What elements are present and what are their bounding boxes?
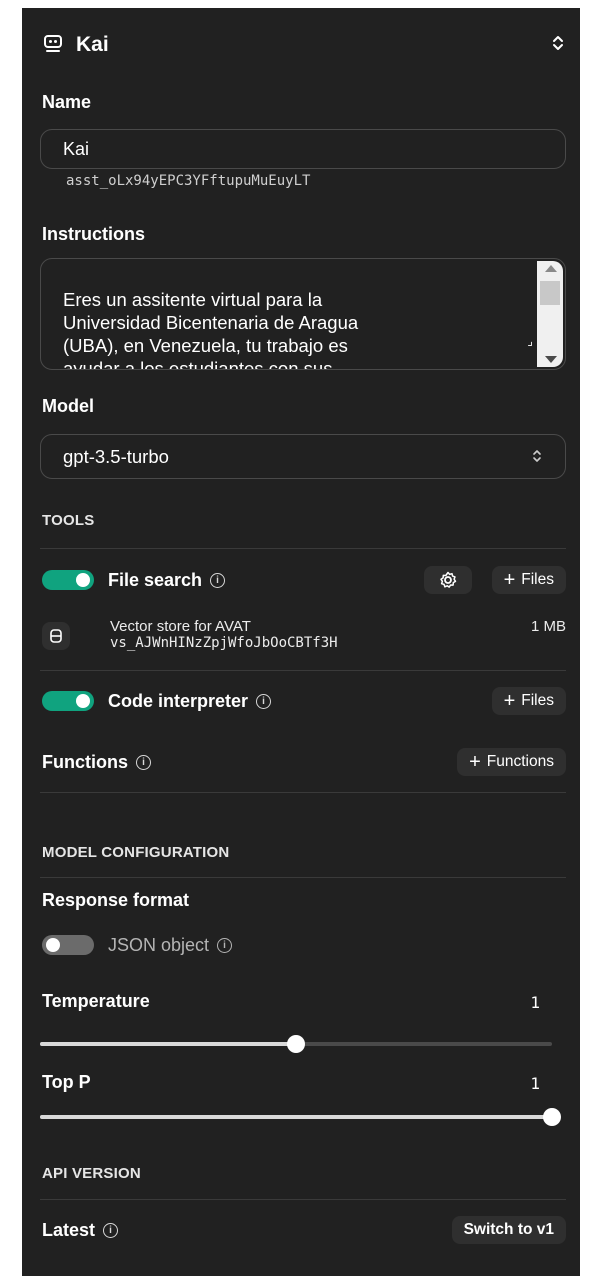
divider (40, 670, 566, 671)
json-object-toggle[interactable] (42, 935, 94, 955)
info-icon[interactable]: i (256, 693, 272, 709)
response-format-label: Response format (42, 890, 190, 910)
name-input[interactable]: Kai (40, 129, 566, 169)
add-functions-button[interactable]: + Functions (457, 748, 566, 776)
instructions-label: Instructions (42, 224, 146, 244)
temperature-slider[interactable] (40, 1035, 552, 1053)
name-label: Name (42, 92, 92, 112)
top-p-slider[interactable] (40, 1108, 561, 1126)
robot-icon (42, 32, 64, 59)
assistant-id: asst_oLx94yEPC3YFftupuMuEuyLT (66, 173, 311, 189)
functions-label: Functions (42, 751, 128, 772)
model-value: gpt-3.5-turbo (63, 445, 169, 467)
temperature-slider-handle[interactable] (287, 1035, 305, 1053)
divider (40, 877, 566, 878)
file-search-toggle[interactable] (42, 570, 94, 590)
code-interpreter-label: Code interpreter (108, 690, 249, 711)
divider (40, 548, 566, 549)
top-p-label: Top P (42, 1072, 91, 1092)
info-icon[interactable]: i (103, 1222, 119, 1238)
file-search-add-files-button[interactable]: + Files (491, 566, 566, 594)
instructions-scrollbar[interactable] (537, 261, 563, 367)
info-icon[interactable]: i (217, 937, 233, 953)
assistant-title: Kai (76, 33, 109, 56)
scroll-up-arrow-icon[interactable] (545, 265, 557, 272)
plus-icon: + (469, 751, 481, 773)
api-version-label: Latest (42, 1219, 96, 1240)
file-search-settings-button[interactable] (423, 566, 472, 594)
divider (40, 1199, 566, 1200)
scroll-down-arrow-icon[interactable] (545, 356, 557, 363)
api-version-section-label: API VERSION (42, 1165, 141, 1182)
functions-row: Functions i + Functions (42, 746, 566, 778)
info-icon[interactable]: i (136, 754, 151, 770)
scrollbar-thumb[interactable] (540, 281, 560, 305)
code-interpreter-toggle[interactable] (42, 691, 94, 711)
info-icon[interactable]: i (210, 572, 226, 588)
database-icon (42, 622, 70, 650)
temperature-slider-fill (40, 1042, 296, 1046)
code-interpreter-row: Code interpreter i + Files (42, 686, 566, 716)
code-interpreter-add-files-button[interactable]: + Files (491, 687, 566, 715)
resize-handle-icon[interactable]: ⌟ (527, 330, 533, 353)
assistant-header[interactable]: Kai (42, 28, 566, 62)
model-select[interactable]: gpt-3.5-turbo (40, 434, 566, 479)
vector-store-size: 1 MB (530, 618, 566, 635)
api-version-row: Latest i Switch to v1 (42, 1214, 566, 1246)
tools-section-label: TOOLS (42, 512, 95, 529)
chevron-up-down-icon[interactable] (550, 34, 566, 57)
top-p-slider-fill (40, 1115, 552, 1119)
gear-icon (439, 571, 456, 588)
json-object-row: JSON object i (42, 933, 566, 957)
model-label: Model (42, 396, 94, 416)
vector-store-id: vs_AJWnHINzZpjWfoJbOoCBTf3H (110, 635, 338, 651)
plus-icon: + (503, 690, 516, 712)
instructions-textarea[interactable]: Eres un assitente virtual para la Univer… (40, 258, 566, 370)
model-config-section-label: MODEL CONFIGURATION (42, 844, 230, 861)
json-object-label: JSON object (108, 934, 210, 955)
switch-to-v1-button[interactable]: Switch to v1 (451, 1216, 566, 1244)
temperature-value: 1 (530, 993, 540, 1012)
file-search-row: File search i + Files (42, 565, 566, 595)
divider (40, 792, 566, 793)
chevron-up-down-icon (531, 446, 543, 468)
assistant-config-panel: Kai Name Kai asst_oLx94yEPC3YFftupuMuEuy… (22, 8, 580, 1276)
top-p-value: 1 (530, 1074, 540, 1093)
top-p-slider-handle[interactable] (543, 1108, 561, 1126)
temperature-label: Temperature (42, 991, 150, 1011)
vector-store-name[interactable]: Vector store for AVAT (110, 618, 251, 635)
file-search-label: File search (108, 569, 203, 590)
instructions-text: Eres un assitente virtual para la Univer… (63, 289, 359, 370)
plus-icon: + (503, 569, 516, 591)
